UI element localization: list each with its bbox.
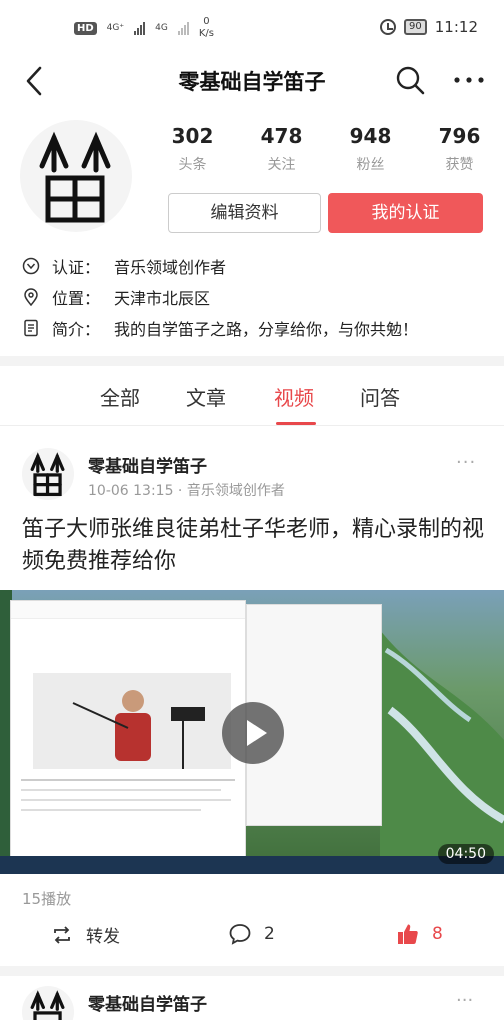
video-duration: 04:50 (437, 844, 494, 864)
flute-logo-icon (39, 131, 111, 223)
stat-following[interactable]: 478 关注 (237, 124, 326, 174)
content-tabs: 全部 文章 视频 问答 (0, 370, 504, 426)
location-pin-icon (24, 288, 38, 306)
flute-logo-icon (30, 452, 65, 497)
like-count: 8 (432, 924, 443, 944)
video-preview-photo (33, 673, 231, 769)
post-more-icon[interactable]: ··· (456, 452, 476, 473)
stat-number: 948 (349, 124, 392, 148)
stat-label: 粉丝 (356, 157, 385, 173)
clock: 11:12 (434, 18, 478, 36)
signal-icon-2 (177, 21, 189, 35)
my-certification-button[interactable]: 我的认证 (328, 193, 483, 233)
post2-more-icon[interactable]: ··· (456, 990, 473, 1011)
network-4g-label: 4G (155, 23, 168, 33)
edit-profile-button[interactable]: 编辑资料 (168, 193, 321, 233)
play-count: 15播放 (22, 890, 72, 908)
stat-number: 302 (171, 124, 214, 148)
repost-label: 转发 (86, 927, 120, 947)
profile-avatar[interactable] (20, 120, 132, 232)
stat-number: 796 (438, 124, 481, 148)
intro-row: 简介： 我的自学笛子之路，分享给你，与你共勉！ (22, 316, 418, 340)
comment-action[interactable]: 2 (228, 922, 275, 946)
post2-author-name[interactable]: 零基础自学笛子 (88, 990, 207, 1015)
stat-followers[interactable]: 948 粉丝 (326, 124, 415, 174)
stat-toutiao[interactable]: 302 头条 (148, 124, 237, 174)
stat-label: 头条 (178, 157, 207, 173)
repost-action[interactable]: 转发 (50, 922, 120, 947)
signal-icon (134, 21, 146, 35)
play-button-icon[interactable] (222, 702, 284, 764)
status-bar: HD 4G⁺ 4G 0 K/s 90 11:12 (0, 0, 504, 58)
location-label: 位置： (52, 289, 101, 308)
comment-count: 2 (264, 924, 275, 944)
stat-label: 关注 (267, 157, 296, 173)
browser-window (10, 600, 246, 862)
thumbs-up-icon (398, 924, 418, 944)
post-author-avatar[interactable] (22, 448, 74, 500)
post-divider (0, 966, 504, 976)
stat-number: 478 (260, 124, 303, 148)
like-action[interactable]: 8 (396, 922, 443, 946)
location-value: 天津市北辰区 (114, 289, 211, 308)
desktop-taskbar (0, 856, 504, 874)
alarm-icon (380, 19, 397, 35)
comment-bubble-icon (229, 924, 251, 945)
tab-videos[interactable]: 视频 (274, 382, 314, 411)
profile-stats: 302 头条 478 关注 948 粉丝 796 获赞 (148, 124, 504, 174)
post2-author-avatar[interactable] (22, 986, 74, 1020)
post-author-name[interactable]: 零基础自学笛子 (88, 452, 207, 477)
active-tab-indicator (276, 422, 316, 425)
video-thumbnail[interactable]: 04:50 (0, 590, 504, 874)
certification-row: 认证： 音乐领域创作者 (22, 254, 226, 278)
battery-icon: 90 (404, 19, 427, 35)
speed-value: 0 (203, 16, 210, 27)
location-row: 位置： 天津市北辰区 (22, 285, 210, 309)
flute-logo-icon (30, 990, 65, 1020)
network-speed: 0 K/s (199, 16, 214, 40)
more-options-icon[interactable] (452, 64, 486, 96)
tab-qa[interactable]: 问答 (360, 382, 400, 411)
page-title: 零基础自学笛子 (178, 70, 326, 94)
hd-badge: HD (74, 21, 97, 35)
nav-bar: 零基础自学笛子 (0, 58, 504, 104)
stat-likes[interactable]: 796 获赞 (415, 124, 504, 174)
intro-label: 简介： (52, 320, 101, 339)
verified-check-icon (22, 257, 40, 275)
stat-label: 获赞 (445, 157, 474, 173)
certification-value: 音乐领域创作者 (114, 258, 227, 277)
network-4g-plus-label: 4G⁺ (106, 23, 125, 33)
certification-label: 认证： (52, 258, 101, 277)
status-right: 90 11:12 (380, 18, 478, 36)
section-divider (0, 356, 504, 366)
search-icon[interactable] (394, 64, 426, 96)
tab-articles[interactable]: 文章 (186, 382, 226, 411)
intro-value: 我的自学笛子之路，分享给你，与你共勉！ (114, 320, 419, 339)
post-title[interactable]: 笛子大师张维良徒弟杜子华老师，精心录制的视频免费推荐给你 (22, 514, 492, 578)
post-meta: 10-06 13:15 · 音乐领域创作者 (88, 483, 285, 499)
speed-unit: K/s (198, 28, 214, 39)
tab-all[interactable]: 全部 (100, 382, 140, 411)
status-left: HD 4G⁺ 4G 0 K/s (74, 16, 214, 40)
document-icon (24, 319, 38, 337)
repost-icon (54, 925, 70, 944)
